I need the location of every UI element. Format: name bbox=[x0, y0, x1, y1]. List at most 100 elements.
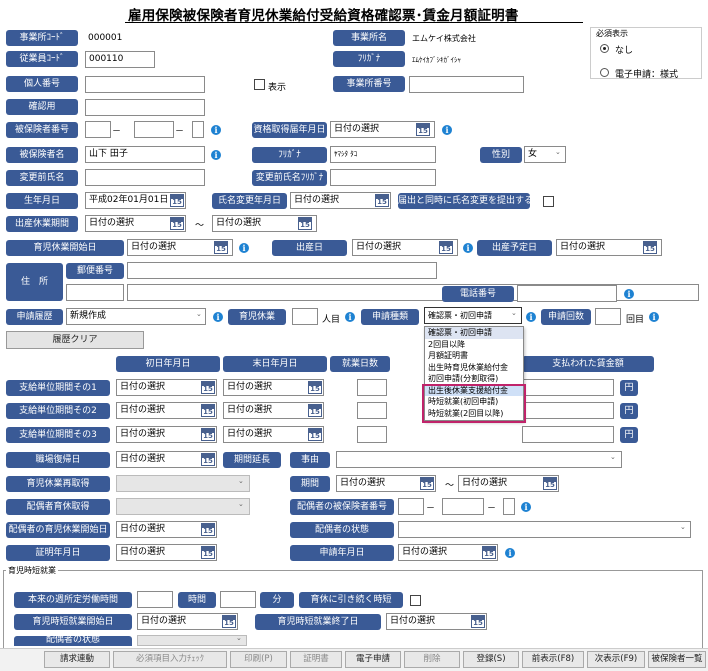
dropdown-option[interactable]: 2回目以降 bbox=[425, 339, 523, 351]
calendar-icon[interactable]: 15 bbox=[420, 477, 434, 490]
period-wage-input[interactable] bbox=[522, 379, 614, 396]
calendar-icon[interactable]: 15 bbox=[416, 123, 430, 136]
app-count-info-icon[interactable]: i bbox=[649, 312, 659, 322]
former-name-input[interactable] bbox=[85, 169, 205, 186]
insured-name-info-icon[interactable]: i bbox=[211, 150, 221, 160]
spouse-leave-chevron-down-icon: ⌄ bbox=[238, 500, 244, 508]
spouse-insured-part3[interactable] bbox=[503, 498, 515, 515]
office-number-input[interactable] bbox=[409, 76, 524, 93]
reason-select[interactable] bbox=[336, 451, 622, 468]
weekly-hours-input[interactable] bbox=[137, 591, 173, 608]
show-checkbox[interactable] bbox=[254, 79, 265, 90]
weekly-minutes-input[interactable] bbox=[220, 591, 256, 608]
spouse-insured-part2[interactable] bbox=[442, 498, 484, 515]
title-underline bbox=[125, 22, 583, 23]
reacquire-label: 育児休業再取得 bbox=[6, 476, 110, 492]
calendar-icon[interactable]: 15 bbox=[439, 241, 453, 254]
confirm-label: 確認用 bbox=[6, 99, 78, 115]
spouse-status-select[interactable] bbox=[398, 521, 691, 538]
insured-number-info-icon[interactable]: i bbox=[211, 125, 221, 135]
childcare-leave-input[interactable] bbox=[292, 308, 318, 325]
former-kana-input[interactable] bbox=[330, 169, 436, 186]
birth-date-info-icon[interactable]: i bbox=[463, 243, 473, 253]
insured-number-part1[interactable] bbox=[85, 121, 111, 138]
certificate-button[interactable]: 証明書 bbox=[290, 651, 342, 668]
required-display-title: 必須表示 bbox=[596, 29, 628, 38]
calendar-icon[interactable]: 15 bbox=[201, 523, 215, 536]
insured-number-part3[interactable] bbox=[192, 121, 204, 138]
personal-number-input[interactable] bbox=[85, 76, 205, 93]
spouse-insured-info-icon[interactable]: i bbox=[521, 502, 531, 512]
electronic-apply-button[interactable]: 電子申請 bbox=[345, 651, 401, 668]
period-wage-input[interactable] bbox=[522, 426, 614, 443]
app-type-select[interactable]: 確認票・初回申請 bbox=[424, 307, 522, 324]
acquire-date-info-icon[interactable]: i bbox=[442, 125, 452, 135]
calendar-icon[interactable]: 15 bbox=[471, 615, 485, 628]
period-work-days-input[interactable] bbox=[357, 402, 387, 419]
short-work-end-label: 育児時短就業終了日 bbox=[255, 614, 381, 630]
calendar-icon[interactable]: 15 bbox=[222, 615, 236, 628]
childcare-start-info-icon[interactable]: i bbox=[239, 243, 249, 253]
calendar-icon[interactable]: 15 bbox=[298, 217, 312, 230]
apply-date-info-icon[interactable]: i bbox=[505, 548, 515, 558]
hours-unit-label: 時間 bbox=[178, 592, 216, 608]
calendar-icon[interactable]: 15 bbox=[201, 428, 215, 441]
app-count-input[interactable] bbox=[595, 308, 621, 325]
prev-button[interactable]: 前表示(F8) bbox=[522, 651, 584, 668]
history-clear-button[interactable]: 履歴クリア bbox=[6, 331, 144, 349]
dropdown-option[interactable]: 出生時育児休業給付金 bbox=[425, 362, 523, 374]
calendar-icon[interactable]: 15 bbox=[308, 381, 322, 394]
reacquire-select[interactable] bbox=[116, 475, 250, 492]
continue-checkbox[interactable] bbox=[410, 595, 421, 606]
spouse-insured-part1[interactable] bbox=[398, 498, 424, 515]
radio-none[interactable] bbox=[600, 44, 609, 53]
header-first-date: 初日年月日 bbox=[116, 356, 220, 372]
childcare-leave-info-icon[interactable]: i bbox=[345, 312, 355, 322]
name-change-date-label: 氏名変更年月日 bbox=[212, 193, 287, 209]
short-work-spouse-status-select[interactable] bbox=[137, 635, 247, 646]
calendar-icon[interactable]: 15 bbox=[201, 381, 215, 394]
period-work-days-input[interactable] bbox=[357, 379, 387, 396]
insured-number-part2[interactable] bbox=[134, 121, 174, 138]
calendar-icon[interactable]: 15 bbox=[375, 194, 389, 207]
submit-name-change-checkbox[interactable] bbox=[543, 196, 554, 207]
calendar-icon[interactable]: 15 bbox=[482, 546, 496, 559]
spouse-insured-dash2: － bbox=[487, 504, 497, 514]
register-button[interactable]: 登録(S) bbox=[463, 651, 519, 668]
calendar-icon[interactable]: 15 bbox=[170, 194, 184, 207]
insured-list-button[interactable]: 被保険者一覧 bbox=[648, 651, 706, 668]
calendar-icon[interactable]: 15 bbox=[308, 404, 322, 417]
radio-electronic[interactable] bbox=[600, 68, 609, 77]
billing-link-button[interactable]: 請求連動 bbox=[44, 651, 110, 668]
delete-button[interactable]: 削除 bbox=[404, 651, 460, 668]
period-wage-input[interactable] bbox=[522, 402, 614, 419]
spouse-leave-select[interactable] bbox=[116, 498, 250, 515]
dropdown-option[interactable]: 月額証明書 bbox=[425, 350, 523, 362]
calendar-icon[interactable]: 15 bbox=[308, 428, 322, 441]
calendar-icon[interactable]: 15 bbox=[170, 217, 184, 230]
office-kana-value: ｴﾑｹｲｶﾌﾞｼｷｶﾞｲｼｬ bbox=[412, 56, 461, 64]
period-work-days-input[interactable] bbox=[357, 426, 387, 443]
phone-info-icon[interactable]: i bbox=[624, 289, 634, 299]
name-kana-input[interactable]: ﾔﾏｼﾀ ﾀｺ bbox=[330, 146, 436, 163]
calendar-icon[interactable]: 15 bbox=[643, 241, 657, 254]
calendar-icon[interactable]: 15 bbox=[543, 477, 557, 490]
history-select[interactable]: 新規作成 bbox=[66, 308, 206, 325]
insured-name-input[interactable]: 山下 田子 bbox=[85, 146, 205, 163]
app-type-info-icon[interactable]: i bbox=[526, 312, 536, 322]
next-button[interactable]: 次表示(F9) bbox=[587, 651, 645, 668]
calendar-icon[interactable]: 15 bbox=[201, 404, 215, 417]
dropdown-option[interactable]: 初回申請(分割取得) bbox=[425, 373, 523, 385]
dropdown-option[interactable]: 確認票・初回申請 bbox=[425, 327, 523, 339]
calendar-icon[interactable]: 15 bbox=[201, 453, 215, 466]
calendar-icon[interactable]: 15 bbox=[201, 546, 215, 559]
print-button[interactable]: 印刷(P) bbox=[230, 651, 287, 668]
history-info-icon[interactable]: i bbox=[213, 312, 223, 322]
confirm-input[interactable] bbox=[85, 99, 205, 116]
employee-code-input[interactable]: 000110 bbox=[85, 51, 155, 68]
phone-input[interactable] bbox=[517, 285, 617, 302]
required-check-button[interactable]: 必須項目入力ﾁｪｯｸ bbox=[113, 651, 227, 668]
address-line1-input[interactable] bbox=[66, 284, 124, 301]
calendar-icon[interactable]: 15 bbox=[214, 241, 228, 254]
postal-input[interactable] bbox=[127, 262, 437, 279]
